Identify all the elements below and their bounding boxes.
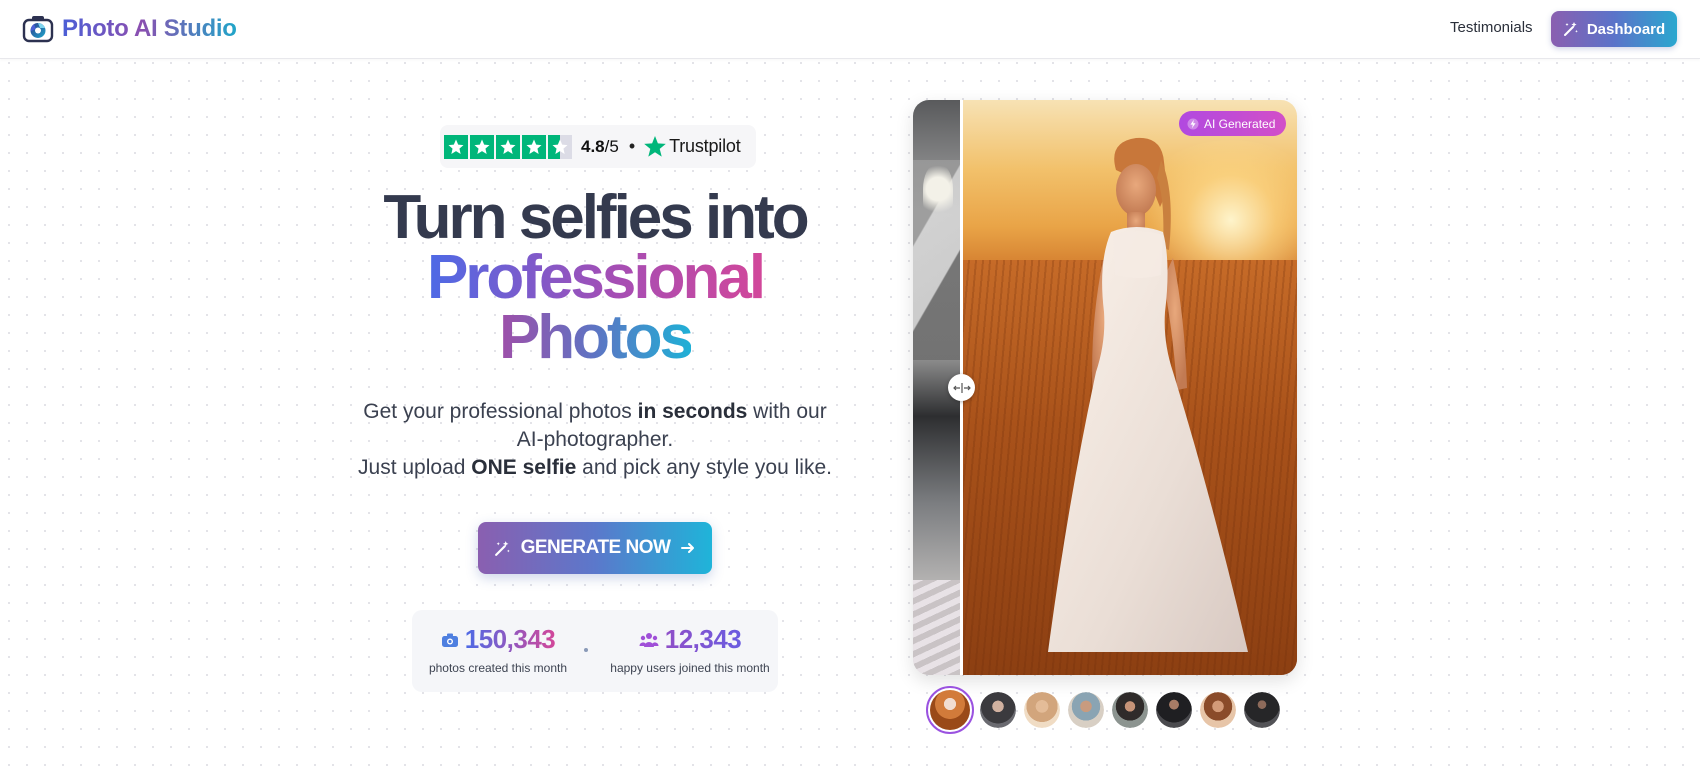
magic-wand-icon — [1563, 22, 1578, 36]
lightning-icon — [1187, 118, 1199, 129]
rating-scale: /5 — [604, 136, 619, 156]
rating-value: 4.8/5 — [581, 137, 619, 157]
users-group-icon — [639, 632, 659, 647]
dashboard-label: Dashboard — [1586, 20, 1666, 38]
trustpilot-rating[interactable]: 4.8/5 • Trustpilot — [440, 125, 756, 168]
nav-testimonials-link[interactable]: Testimonials — [1450, 19, 1533, 36]
thumbnail-6[interactable] — [1154, 690, 1194, 730]
ai-generated-badge: AI Generated — [1179, 111, 1287, 136]
subtitle-text-1: Get your professional photos — [363, 400, 638, 423]
rating-score: 4.8 — [581, 136, 605, 156]
dashboard-button[interactable]: Dashboard — [1551, 11, 1677, 47]
rating-separator: • — [628, 136, 636, 156]
trustpilot-logo-star-icon — [644, 135, 666, 157]
generate-now-button[interactable]: GENERATE NOW — [478, 522, 712, 574]
headline-line-1: Turn selfies into — [383, 183, 809, 252]
generate-now-label: GENERATE NOW — [520, 537, 671, 558]
thumbnail-2[interactable] — [978, 690, 1018, 730]
trustpilot-star-icon — [444, 134, 468, 159]
trustpilot-star-icon — [496, 134, 520, 159]
thumbnail-1[interactable] — [926, 686, 974, 734]
ai-generated-label: AI Generated — [1204, 116, 1276, 131]
stats-separator-dot — [584, 648, 588, 652]
thumbnail-5[interactable] — [1110, 690, 1150, 730]
headline-line-3: Photos — [498, 303, 694, 372]
after-ai-image — [961, 100, 1297, 675]
trustpilot-stars — [444, 134, 572, 159]
subtitle-bold-2: ONE selfie — [471, 456, 577, 479]
users-stat: 12,343 happy users joined this month — [602, 624, 778, 675]
magic-wand-icon — [494, 540, 510, 556]
arrow-right-icon — [681, 543, 695, 553]
brand-logo[interactable]: Photo AI Studio — [22, 13, 237, 45]
subtitle-text-3: Just upload — [358, 456, 472, 479]
trustpilot-brand: Trustpilot — [669, 136, 741, 156]
trustpilot-star-icon — [470, 134, 494, 159]
camera-icon — [441, 633, 458, 647]
photos-label: photos created this month — [428, 661, 568, 675]
hero-headline: Turn selfies into Professional Photos — [335, 187, 855, 369]
before-after-comparison[interactable]: AI Generated — [913, 100, 1297, 675]
subtitle-bold-1: in seconds — [637, 400, 748, 423]
trustpilot-star-icon — [522, 134, 546, 159]
thumbnail-3[interactable] — [1022, 690, 1062, 730]
style-thumbnails — [926, 686, 1282, 734]
drag-arrows-icon — [952, 382, 971, 393]
thumbnail-7[interactable] — [1198, 690, 1238, 730]
hero-subtitle: Get your professional photos in seconds … — [350, 398, 840, 482]
thumbnail-4[interactable] — [1066, 690, 1106, 730]
brand-name: Photo AI Studio — [62, 15, 237, 42]
top-navbar: Photo AI Studio Testimonials Dashboard — [0, 0, 1700, 59]
comparison-drag-handle[interactable] — [948, 374, 975, 401]
trustpilot-half-star-icon — [548, 134, 572, 159]
camera-logo-icon — [22, 16, 54, 43]
users-count: 12,343 — [664, 624, 742, 654]
stats-panel: 150,343 photos created this month 12,343… — [412, 610, 778, 692]
subtitle-text-4: and pick any style you like. — [576, 456, 832, 479]
headline-line-2: Professional — [426, 243, 766, 312]
thumbnail-8[interactable] — [1242, 690, 1282, 730]
photos-count: 150,343 — [464, 624, 556, 654]
photos-stat: 150,343 photos created this month — [412, 624, 584, 675]
users-label: happy users joined this month — [610, 661, 770, 675]
woman-in-white-dress-illustration — [1048, 137, 1248, 652]
